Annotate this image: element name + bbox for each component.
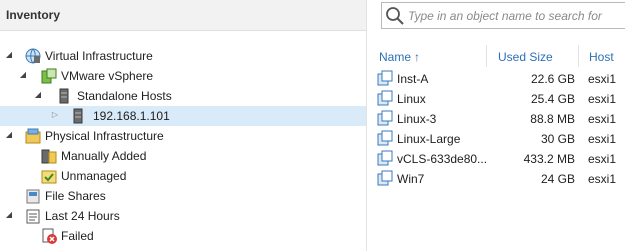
table-row[interactable]: Linux-3 88.8 MB esxi1 <box>368 109 625 129</box>
row-host: esxi1 <box>588 72 617 86</box>
vmware-vsphere-icon <box>41 68 57 84</box>
tree-node-vmware-vsphere[interactable]: ◢ VMware vSphere <box>0 66 366 86</box>
column-header-host[interactable]: Host <box>589 50 614 64</box>
row-used-size: 88.8 MB <box>530 112 575 126</box>
table-row[interactable]: Win7 24 GB esxi1 <box>368 169 625 189</box>
search-box[interactable] <box>381 2 625 29</box>
row-name: vCLS-633de80... <box>397 152 488 166</box>
row-host: esxi1 <box>588 112 617 126</box>
tree-node-label: Virtual Infrastructure <box>45 49 153 63</box>
tree-node-label: 192.168.1.101 <box>93 109 170 123</box>
inventory-header: Inventory <box>0 0 366 31</box>
row-host: esxi1 <box>588 132 617 146</box>
table-row[interactable]: vCLS-633de80... 433.2 MB esxi1 <box>368 149 625 169</box>
column-divider[interactable] <box>486 45 487 67</box>
row-used-size: 25.4 GB <box>530 92 575 106</box>
file-shares-icon <box>26 189 40 204</box>
row-host: esxi1 <box>588 172 617 186</box>
row-used-size: 24 GB <box>540 172 575 186</box>
last-24-hours-icon <box>26 209 40 224</box>
unmanaged-icon <box>41 170 57 184</box>
vm-icon <box>377 150 393 166</box>
inventory-pane: Inventory ◢ Virtual Infrastructure ◢ VMw… <box>0 0 367 251</box>
host-server-icon <box>73 108 83 124</box>
table-row[interactable]: Linux-Large 30 GB esxi1 <box>368 129 625 149</box>
expanded-toggle-icon[interactable]: ◢ <box>4 50 14 60</box>
row-used-size: 22.6 GB <box>530 72 575 86</box>
row-host: esxi1 <box>588 92 617 106</box>
tree-node-failed[interactable]: Failed <box>0 226 366 246</box>
expanded-toggle-icon[interactable]: ◢ <box>33 90 43 100</box>
tree-node-file-shares[interactable]: File Shares <box>0 186 366 206</box>
tree-node-manually-added[interactable]: Manually Added <box>0 146 366 166</box>
vm-icon <box>377 130 393 146</box>
column-header-name-label: Name <box>379 50 412 64</box>
tree-node-virtual-infrastructure[interactable]: ◢ Virtual Infrastructure <box>0 46 366 66</box>
expanded-toggle-icon[interactable]: ◢ <box>4 130 14 140</box>
failed-icon <box>42 228 57 244</box>
tree-node-unmanaged[interactable]: Unmanaged <box>0 166 366 186</box>
row-name: Linux-Large <box>397 132 461 146</box>
objects-pane: Name↑ Used Size Host Inst-A 22.6 GB esxi… <box>368 0 625 251</box>
tree-node-label: Failed <box>61 229 94 243</box>
expanded-toggle-icon[interactable]: ◢ <box>4 210 14 220</box>
vm-icon <box>377 90 393 106</box>
search-icon <box>386 7 404 25</box>
tree-node-label: File Shares <box>45 189 106 203</box>
search-input[interactable] <box>408 7 622 25</box>
vm-icon <box>377 70 393 86</box>
tree-node-label: Standalone Hosts <box>77 89 172 103</box>
row-used-size: 433.2 MB <box>523 152 575 166</box>
standalone-hosts-icon <box>59 88 69 104</box>
tree-node-label: Manually Added <box>61 149 147 163</box>
expanded-toggle-icon[interactable]: ◢ <box>18 70 28 80</box>
tree-node-label: Physical Infrastructure <box>45 129 164 143</box>
tree-node-standalone-hosts[interactable]: ◢ Standalone Hosts <box>0 86 366 106</box>
vm-icon <box>377 170 393 186</box>
row-name: Linux <box>397 92 426 106</box>
row-name: Linux-3 <box>397 112 437 126</box>
vm-icon <box>377 110 393 126</box>
row-name: Inst-A <box>397 72 429 86</box>
physical-infrastructure-icon <box>25 128 41 144</box>
inventory-tree: ◢ Virtual Infrastructure ◢ VMware vSpher… <box>0 46 366 246</box>
table-row[interactable]: Inst-A 22.6 GB esxi1 <box>368 69 625 89</box>
virtual-infrastructure-icon <box>25 48 41 64</box>
collapsed-toggle-icon[interactable]: ▷ <box>50 110 60 120</box>
tree-node-host-192-168-1-101[interactable]: ▷ 192.168.1.101 <box>0 106 366 126</box>
inventory-title: Inventory <box>6 8 61 22</box>
sort-ascending-icon: ↑ <box>414 50 421 64</box>
tree-node-label: Unmanaged <box>61 169 127 183</box>
tree-node-label: VMware vSphere <box>61 69 154 83</box>
row-name: Win7 <box>397 172 425 186</box>
column-header-used-size[interactable]: Used Size <box>498 50 553 64</box>
tree-node-label: Last 24 Hours <box>45 209 120 223</box>
row-used-size: 30 GB <box>540 132 575 146</box>
tree-node-last-24-hours[interactable]: ◢ Last 24 Hours <box>0 206 366 226</box>
tree-node-physical-infrastructure[interactable]: ◢ Physical Infrastructure <box>0 126 366 146</box>
table-row[interactable]: Linux 25.4 GB esxi1 <box>368 89 625 109</box>
column-header-name[interactable]: Name ↑ <box>379 50 420 64</box>
row-host: esxi1 <box>588 152 617 166</box>
manually-added-icon <box>41 149 57 164</box>
column-divider[interactable] <box>578 45 579 67</box>
